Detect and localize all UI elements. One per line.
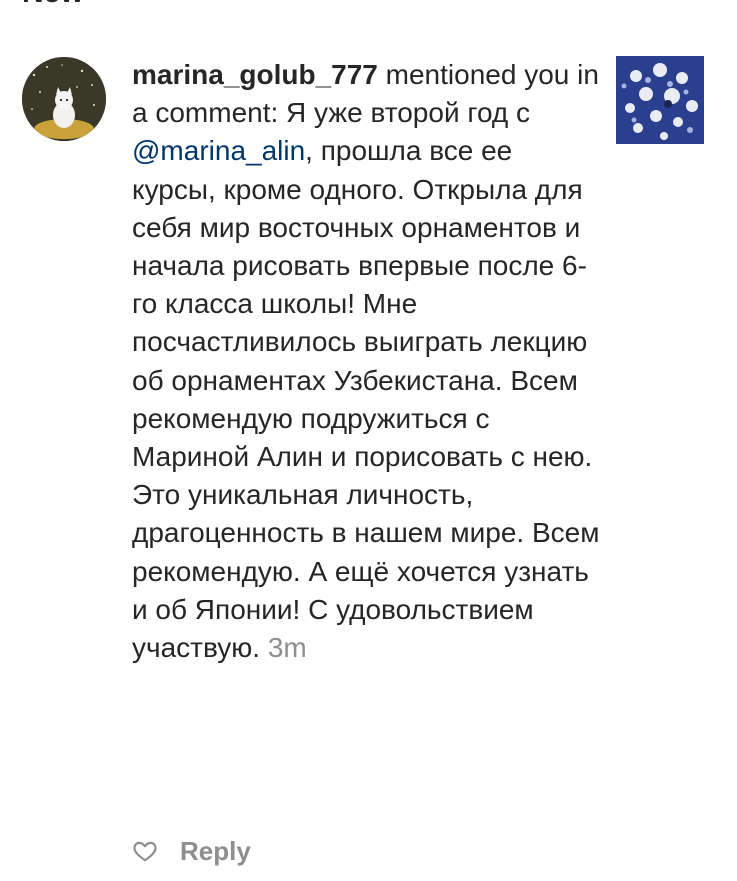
reply-button[interactable]: Reply	[180, 834, 251, 868]
username-link[interactable]: marina_golub_777	[132, 59, 378, 90]
heart-icon[interactable]	[132, 838, 158, 864]
avatar[interactable]	[22, 57, 106, 141]
avatar-cat-icon	[22, 57, 106, 141]
mention-link[interactable]: @marina_alin	[132, 135, 305, 166]
notification-text[interactable]: marina_golub_777 mentioned you in a comm…	[132, 56, 602, 667]
post-thumbnail-icon	[616, 56, 704, 144]
comment-text: , прошла все ее курсы, кроме одного. Отк…	[132, 135, 600, 664]
timestamp: 3m	[267, 632, 307, 664]
notification-actions: Reply	[132, 834, 251, 868]
post-thumbnail[interactable]	[616, 56, 704, 144]
section-header: New	[22, 0, 84, 8]
